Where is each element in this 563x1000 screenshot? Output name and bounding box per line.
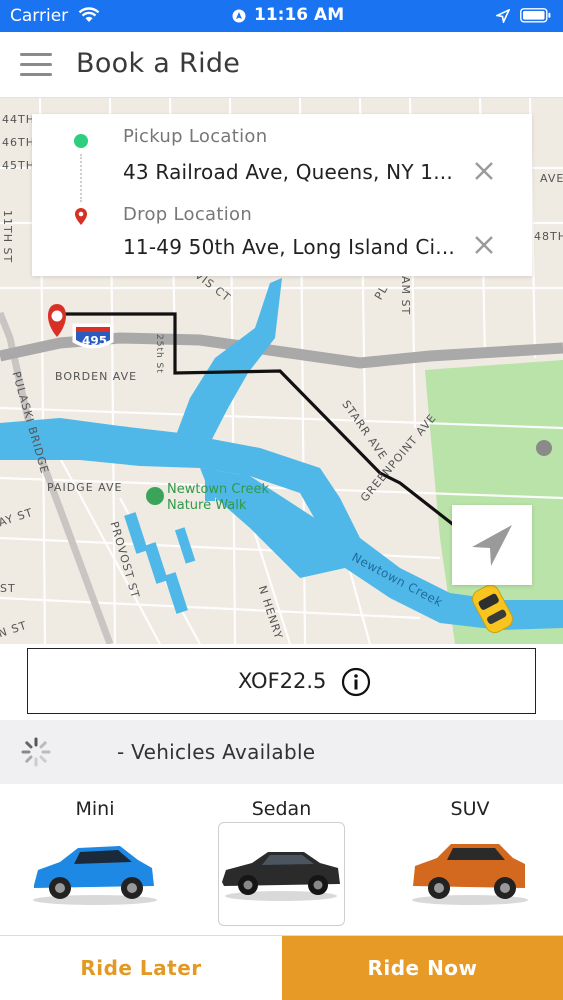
- vehicle-name: SUV: [450, 798, 490, 820]
- fare-estimate-box: XOF22.5: [27, 648, 536, 714]
- hamburger-menu-icon[interactable]: [20, 50, 54, 78]
- map-label-44th: 44TH: [2, 113, 35, 126]
- navigation-arrow-icon: [472, 525, 512, 566]
- drop-label: Drop Location: [123, 204, 253, 225]
- vehicle-name: Mini: [75, 798, 115, 820]
- drop-pin-icon: [74, 208, 88, 231]
- map-label-25th-st: 25th St: [154, 334, 164, 374]
- info-icon[interactable]: [341, 667, 371, 697]
- map-label-paidge-ave: PAIDGE AVE: [47, 481, 123, 494]
- interstate-number: 495: [82, 334, 108, 348]
- carrier-label: Carrier: [10, 6, 69, 26]
- map-label-45th: 45TH: [2, 159, 35, 172]
- pickup-dot-icon: [74, 134, 88, 148]
- location-card: Pickup Location 43 Railroad Ave, Queens,…: [32, 114, 532, 276]
- map-label-st: ST: [0, 582, 16, 595]
- clear-drop-icon[interactable]: [472, 233, 496, 257]
- status-bar: Carrier 11:16 AM: [0, 0, 563, 32]
- navigation-arrow-icon: [494, 8, 511, 27]
- page-title: Book a Ride: [76, 48, 241, 79]
- map-label-park-name: Newtown Creek Nature Walk: [167, 482, 270, 513]
- loading-spinner-icon: [20, 736, 52, 773]
- vehicle-option-suv[interactable]: SUV: [395, 790, 545, 930]
- map-label-11th-st: 11TH ST: [1, 210, 14, 264]
- map-label-borden-ave: BORDEN AVE: [55, 370, 138, 383]
- map-label-am-st: AM ST: [399, 276, 412, 316]
- map-label-ave: AVE: [540, 172, 563, 185]
- hatchback-car-icon: [33, 846, 157, 905]
- clear-pickup-icon[interactable]: [472, 159, 496, 183]
- sedan-car-icon: [222, 852, 340, 901]
- vehicles-available-text: - Vehicles Available: [117, 740, 316, 764]
- location-services-icon: [232, 8, 246, 27]
- app-header: Book a Ride: [0, 32, 563, 98]
- wifi-icon: [78, 7, 100, 27]
- book-ride-screen: Carrier 11:16 AM Book a Ride 44TH 46TH 4…: [0, 0, 563, 1000]
- battery-icon: [520, 8, 552, 27]
- map-label-48th: 48TH: [534, 230, 563, 243]
- ride-later-button[interactable]: Ride Later: [0, 936, 282, 1000]
- pickup-location-field[interactable]: 43 Railroad Ave, Queens, NY 1...: [123, 160, 453, 184]
- vehicle-name: Sedan: [251, 798, 312, 820]
- vehicles-availability-bar: - Vehicles Available: [0, 720, 563, 784]
- ride-now-button[interactable]: Ride Now: [282, 936, 563, 1000]
- recenter-location-button[interactable]: [452, 505, 532, 585]
- pickup-label: Pickup Location: [123, 126, 268, 147]
- vehicle-option-sedan[interactable]: Sedan: [218, 790, 368, 930]
- fare-amount: XOF22.5: [238, 669, 327, 693]
- map-label-46th: 46TH: [2, 136, 35, 149]
- status-time: 11:16 AM: [254, 5, 345, 25]
- route-connector: [80, 154, 82, 202]
- drop-location-field[interactable]: 11-49 50th Ave, Long Island Ci...: [123, 235, 455, 259]
- vehicle-option-mini[interactable]: Mini: [20, 790, 170, 930]
- suv-car-icon: [412, 844, 528, 905]
- ride-action-bar: Ride Later Ride Now: [0, 935, 563, 1000]
